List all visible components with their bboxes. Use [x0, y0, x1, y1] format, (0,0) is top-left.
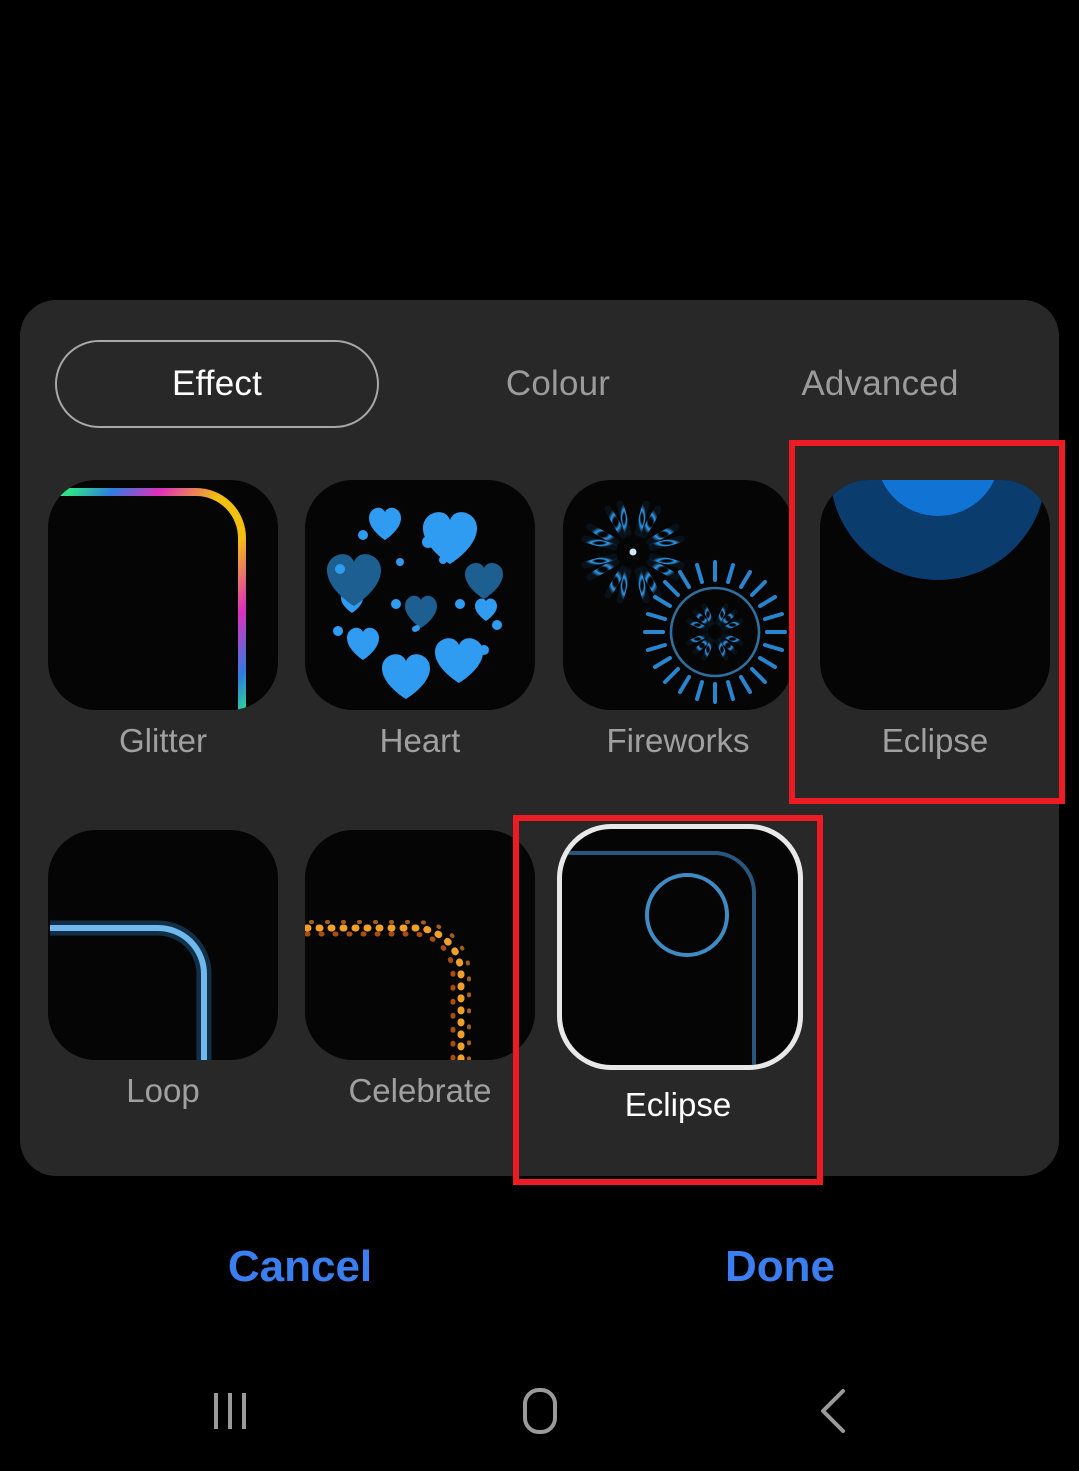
- tab-colour[interactable]: Colour: [410, 340, 706, 428]
- effect-cell-fireworks[interactable]: Fireworks: [549, 480, 807, 792]
- blue-corner-icon: [50, 920, 212, 1060]
- tab-effect-label: Effect: [171, 364, 263, 403]
- back-chevron-icon: [821, 1388, 845, 1433]
- cancel-button[interactable]: Cancel: [150, 1212, 450, 1322]
- edge-lighting-panel: Effect Colour Advanced Glitter Heart Fir…: [20, 300, 1059, 1176]
- effect-cell-celebrate[interactable]: Celebrate: [291, 830, 549, 1142]
- effect-cell-heart[interactable]: Heart: [291, 480, 549, 792]
- effect-cell-loop[interactable]: Loop: [34, 830, 292, 1142]
- recents-button[interactable]: [160, 1350, 300, 1471]
- effect-cell-partial-left-row2[interactable]: [20, 830, 28, 1142]
- home-button[interactable]: [470, 1350, 610, 1471]
- eclipse-ring-icon: [566, 851, 756, 1065]
- home-icon: [523, 1387, 557, 1434]
- rainbow-corner-icon: [54, 488, 246, 710]
- tab-bar: Effect Colour Advanced: [20, 340, 1059, 428]
- effect-thumbnail-glitter: [48, 480, 278, 710]
- done-button-label: Done: [725, 1242, 835, 1291]
- done-button[interactable]: Done: [630, 1212, 930, 1322]
- tab-effect[interactable]: Effect: [55, 340, 379, 428]
- fireworks-icon: [579, 498, 787, 704]
- effect-label-loop: Loop: [126, 1072, 200, 1109]
- recents-icon: [214, 1392, 246, 1429]
- effect-label-eclipse-row1: Eclipse: [881, 722, 989, 759]
- hearts-icon: [327, 507, 503, 699]
- tab-advanced-label: Advanced: [801, 364, 959, 403]
- effect-thumbnail-celebrate: [305, 830, 535, 1060]
- effect-thumbnail-eclipse-row1: [820, 480, 1050, 710]
- effect-thumbnail-eclipse-selected: [557, 824, 803, 1070]
- cancel-button-label: Cancel: [227, 1242, 373, 1291]
- effect-grid-row-2: Loop Celebrate Eclipse: [20, 824, 1059, 1142]
- effect-label-heart: Heart: [379, 722, 461, 759]
- effect-thumbnail-fireworks: [563, 480, 793, 710]
- back-button[interactable]: [766, 1350, 906, 1471]
- tab-colour-label: Colour: [505, 364, 611, 403]
- effect-grid-row-1: Glitter Heart Fireworks Eclipse: [20, 480, 1059, 792]
- eclipse-circles-icon: [830, 480, 1046, 580]
- effect-label-eclipse-selected: Eclipse: [624, 1086, 732, 1123]
- effect-thumbnail-heart: [305, 480, 535, 710]
- orange-dots-icon: [305, 920, 471, 1060]
- effect-cell-eclipse-selected[interactable]: Eclipse: [549, 824, 807, 1142]
- effect-cell-partial-left-row1[interactable]: [20, 480, 28, 792]
- android-navigation-bar: [0, 1350, 1079, 1471]
- effect-label-celebrate: Celebrate: [348, 1072, 492, 1109]
- effect-cell-eclipse-row1[interactable]: Eclipse: [806, 480, 1059, 792]
- tab-advanced[interactable]: Advanced: [730, 340, 1030, 428]
- effect-label-fireworks: Fireworks: [606, 722, 750, 759]
- dialog-action-bar: Cancel Done: [0, 1212, 1079, 1322]
- effect-cell-glitter[interactable]: Glitter: [34, 480, 292, 792]
- effect-thumbnail-loop: [48, 830, 278, 1060]
- effect-label-glitter: Glitter: [118, 722, 207, 759]
